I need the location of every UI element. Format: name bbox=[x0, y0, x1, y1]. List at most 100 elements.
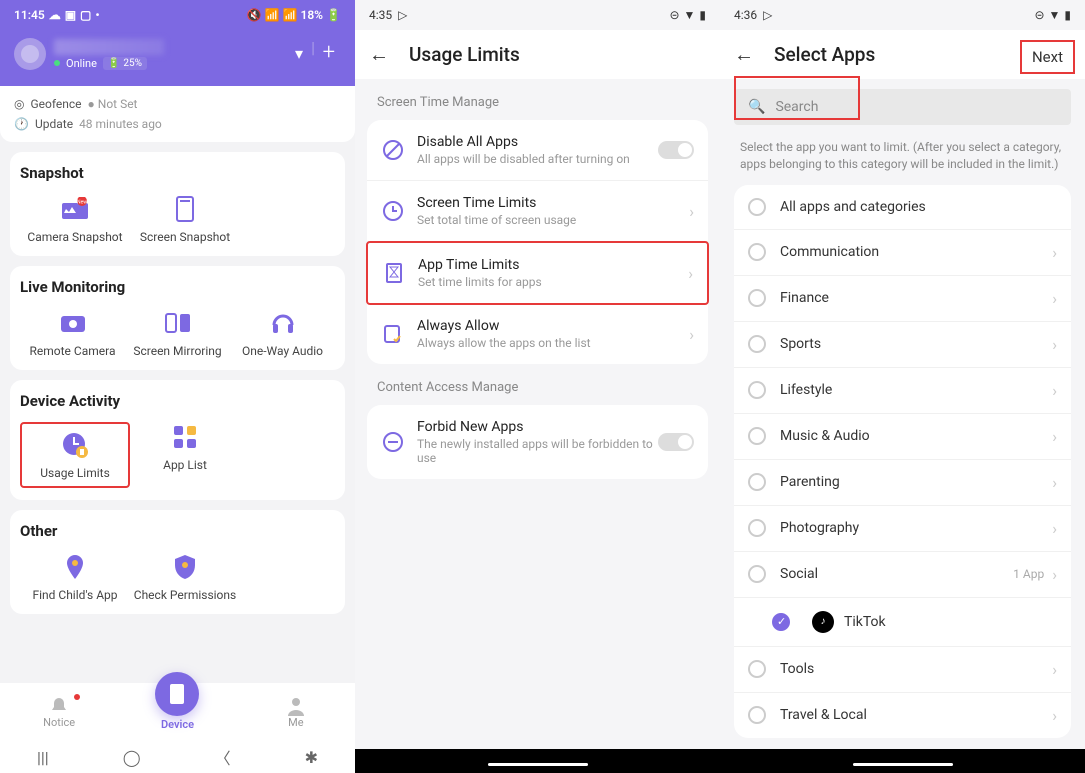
forbid-toggle[interactable] bbox=[658, 433, 694, 451]
radio-icon[interactable] bbox=[748, 243, 766, 261]
disable-apps-row[interactable]: Disable All AppsAll apps will be disable… bbox=[367, 120, 708, 181]
cat-all[interactable]: All apps and categories bbox=[734, 185, 1071, 230]
home-icon[interactable]: ◯ bbox=[123, 748, 141, 767]
header: 11:45 ☁ ▣ ▢ • 🔇 📶 📶 18% 🔋 Online bbox=[0, 0, 355, 86]
radio-icon[interactable] bbox=[748, 289, 766, 307]
radio-icon[interactable] bbox=[748, 473, 766, 491]
content-card: Forbid New AppsThe newly installed apps … bbox=[367, 405, 708, 479]
nav-bar bbox=[720, 749, 1085, 773]
cat-music[interactable]: Music & Audio› bbox=[734, 414, 1071, 460]
radio-icon[interactable] bbox=[748, 198, 766, 216]
radio-icon[interactable] bbox=[748, 427, 766, 445]
nav-device[interactable]: Device bbox=[118, 694, 236, 731]
screen-snapshot-tile[interactable]: Screen Snapshot bbox=[130, 194, 240, 244]
setting-title: Always Allow bbox=[417, 318, 689, 334]
back-arrow-icon[interactable]: ← bbox=[734, 42, 754, 67]
setting-title: Screen Time Limits bbox=[417, 195, 689, 211]
cat-label: Music & Audio bbox=[780, 428, 1052, 444]
cat-sports[interactable]: Sports› bbox=[734, 322, 1071, 368]
card-title: Device Activity bbox=[20, 392, 335, 410]
nav-me[interactable]: Me bbox=[237, 696, 355, 729]
tile-label: Find Child's App bbox=[32, 588, 117, 602]
cat-finance[interactable]: Finance› bbox=[734, 276, 1071, 322]
status-bar: 4:35▷ ⊝▼▮ bbox=[355, 0, 720, 30]
add-icon[interactable]: + bbox=[323, 40, 335, 65]
profile-name-blurred bbox=[54, 39, 164, 55]
app-time-row[interactable]: App Time LimitsSet time limits for apps … bbox=[366, 241, 709, 305]
chevron-icon: › bbox=[1052, 427, 1057, 446]
setting-sub: Always allow the apps on the list bbox=[417, 336, 689, 350]
home-indicator-icon[interactable] bbox=[488, 763, 588, 766]
app-list-tile[interactable]: App List bbox=[130, 422, 240, 488]
chevron-icon: › bbox=[1052, 381, 1057, 400]
radio-icon[interactable] bbox=[748, 565, 766, 583]
search-input[interactable]: 🔍 Search bbox=[734, 89, 1071, 125]
always-allow-row[interactable]: Always Allow Always allow the apps on the… bbox=[367, 304, 708, 364]
nav-notice[interactable]: Notice bbox=[0, 696, 118, 729]
device-bubble-icon bbox=[155, 672, 199, 716]
permissions-tile[interactable]: Check Permissions bbox=[130, 552, 240, 602]
dnd-icon: ⊝ bbox=[669, 8, 679, 22]
profile-row[interactable]: Online 🔋 25% ▾ | + bbox=[14, 30, 341, 74]
remote-camera-tile[interactable]: Remote Camera bbox=[20, 308, 125, 358]
hourglass-icon bbox=[382, 261, 406, 285]
one-way-audio-tile[interactable]: One-Way Audio bbox=[230, 308, 335, 358]
cat-communication[interactable]: Communication› bbox=[734, 230, 1071, 276]
recents-icon[interactable]: ||| bbox=[37, 748, 49, 767]
find-app-tile[interactable]: Find Child's App bbox=[20, 552, 130, 602]
cat-travel[interactable]: Travel & Local› bbox=[734, 693, 1071, 738]
chevron-icon: › bbox=[1052, 565, 1057, 584]
cat-social[interactable]: Social1 App› bbox=[734, 552, 1071, 598]
notif-icon: ▢ bbox=[80, 8, 91, 22]
radio-checked-icon[interactable] bbox=[772, 613, 790, 631]
checklist-icon bbox=[381, 322, 405, 346]
cat-lifestyle[interactable]: Lifestyle› bbox=[734, 368, 1071, 414]
usage-limits-tile[interactable]: Usage Limits bbox=[20, 422, 130, 488]
cat-photography[interactable]: Photography› bbox=[734, 506, 1071, 552]
dropdown-icon[interactable]: ▾ bbox=[295, 44, 303, 63]
chevron-icon: › bbox=[689, 202, 694, 221]
tile-label: Screen Mirroring bbox=[133, 344, 221, 358]
clock-icon bbox=[381, 199, 405, 223]
svg-text:New: New bbox=[77, 200, 87, 206]
forbid-apps-row[interactable]: Forbid New AppsThe newly installed apps … bbox=[367, 405, 708, 479]
camera-snapshot-tile[interactable]: New Camera Snapshot bbox=[20, 194, 130, 244]
update-value: 48 minutes ago bbox=[79, 117, 162, 131]
back-arrow-icon[interactable]: ← bbox=[369, 42, 389, 67]
geofence-icon: ◎ bbox=[14, 97, 24, 111]
status-time: 4:35 bbox=[369, 8, 392, 22]
tile-label: Check Permissions bbox=[134, 588, 236, 602]
chevron-icon: › bbox=[1052, 289, 1057, 308]
nav-label: Device bbox=[161, 718, 194, 731]
back-icon[interactable]: 〈 bbox=[215, 745, 231, 769]
tile-label: App List bbox=[163, 458, 207, 472]
screen-mirroring-tile[interactable]: Screen Mirroring bbox=[125, 308, 230, 358]
cat-label: Parenting bbox=[780, 474, 1052, 490]
other-card: Other Find Child's App Check Permissions bbox=[10, 510, 345, 614]
next-button[interactable]: Next bbox=[1020, 40, 1075, 74]
accessibility-icon[interactable]: ✱ bbox=[305, 748, 318, 767]
setting-sub: Set time limits for apps bbox=[418, 275, 688, 289]
radio-icon[interactable] bbox=[748, 381, 766, 399]
cat-tools[interactable]: Tools› bbox=[734, 647, 1071, 693]
cat-label: Communication bbox=[780, 244, 1052, 260]
chevron-icon: › bbox=[1052, 519, 1057, 538]
chevron-icon: › bbox=[1052, 243, 1057, 262]
wifi-icon: 📶 bbox=[265, 8, 280, 22]
search-placeholder: Search bbox=[775, 99, 818, 115]
radio-icon[interactable] bbox=[748, 335, 766, 353]
app-tiktok[interactable]: ♪TikTok bbox=[734, 598, 1071, 647]
cat-label: Finance bbox=[780, 290, 1052, 306]
cat-count: 1 App bbox=[1013, 567, 1044, 581]
cat-parenting[interactable]: Parenting› bbox=[734, 460, 1071, 506]
home-indicator-icon[interactable] bbox=[853, 763, 953, 766]
wifi-icon: ▼ bbox=[684, 8, 696, 22]
radio-icon[interactable] bbox=[748, 706, 766, 724]
disable-toggle[interactable] bbox=[658, 141, 694, 159]
screen-time-row[interactable]: Screen Time LimitsSet total time of scre… bbox=[367, 181, 708, 242]
avatar[interactable] bbox=[14, 38, 46, 70]
radio-icon[interactable] bbox=[748, 660, 766, 678]
card-title: Live Monitoring bbox=[20, 278, 335, 296]
radio-icon[interactable] bbox=[748, 519, 766, 537]
setting-title: App Time Limits bbox=[418, 257, 688, 273]
